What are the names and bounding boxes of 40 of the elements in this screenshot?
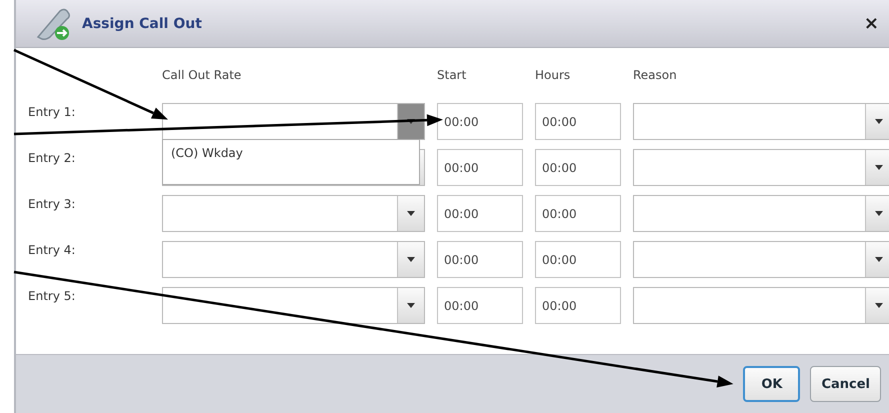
window-title: Assign Call Out <box>82 16 203 32</box>
dropdown-button[interactable] <box>865 288 889 323</box>
caret-icon <box>875 165 883 170</box>
caret-icon <box>407 257 415 262</box>
entry-label: Entry 5: <box>28 288 76 305</box>
dropdown-button[interactable] <box>865 242 889 277</box>
start-time-field[interactable]: 00:00 <box>437 103 523 140</box>
start-time-field[interactable]: 00:00 <box>437 287 523 324</box>
start-time-field[interactable]: 00:00 <box>437 149 523 186</box>
column-header: Start <box>437 68 468 82</box>
entry-label: Entry 2: <box>28 150 76 167</box>
hours-field[interactable]: 00:00 <box>535 287 621 324</box>
caret-icon <box>875 257 883 262</box>
column-header: Hours <box>535 68 572 82</box>
entry-label: Entry 1: <box>28 104 76 121</box>
column-header: Reason <box>633 68 678 82</box>
column-header: Call Out Rate <box>162 68 242 82</box>
dropdown-button[interactable] <box>865 104 889 139</box>
hours-field[interactable]: 00:00 <box>535 149 621 186</box>
hours-field[interactable]: 00:00 <box>535 103 621 140</box>
dropdown-button[interactable] <box>397 104 424 139</box>
close-button[interactable]: × <box>862 13 881 34</box>
caret-icon <box>875 119 883 124</box>
caret-icon <box>875 303 883 308</box>
dropdown-button[interactable] <box>865 150 889 185</box>
combo-box[interactable] <box>162 287 425 324</box>
dropdown-option[interactable]: (CO) Wkday <box>163 140 419 166</box>
start-time-field[interactable]: 00:00 <box>437 195 523 232</box>
combo-box[interactable] <box>162 103 425 140</box>
caret-icon <box>407 211 415 216</box>
start-time-field[interactable]: 00:00 <box>437 241 523 278</box>
caret-icon <box>875 211 883 216</box>
entry-label: Entry 4: <box>28 242 76 259</box>
caret-icon <box>407 303 415 308</box>
cancel-button[interactable]: Cancel <box>810 366 881 402</box>
hours-field[interactable]: 00:00 <box>535 195 621 232</box>
hours-field[interactable]: 00:00 <box>535 241 621 278</box>
entry-label: Entry 3: <box>28 196 76 213</box>
ok-button[interactable]: OK <box>743 366 800 402</box>
dropdown-button[interactable] <box>865 196 889 231</box>
